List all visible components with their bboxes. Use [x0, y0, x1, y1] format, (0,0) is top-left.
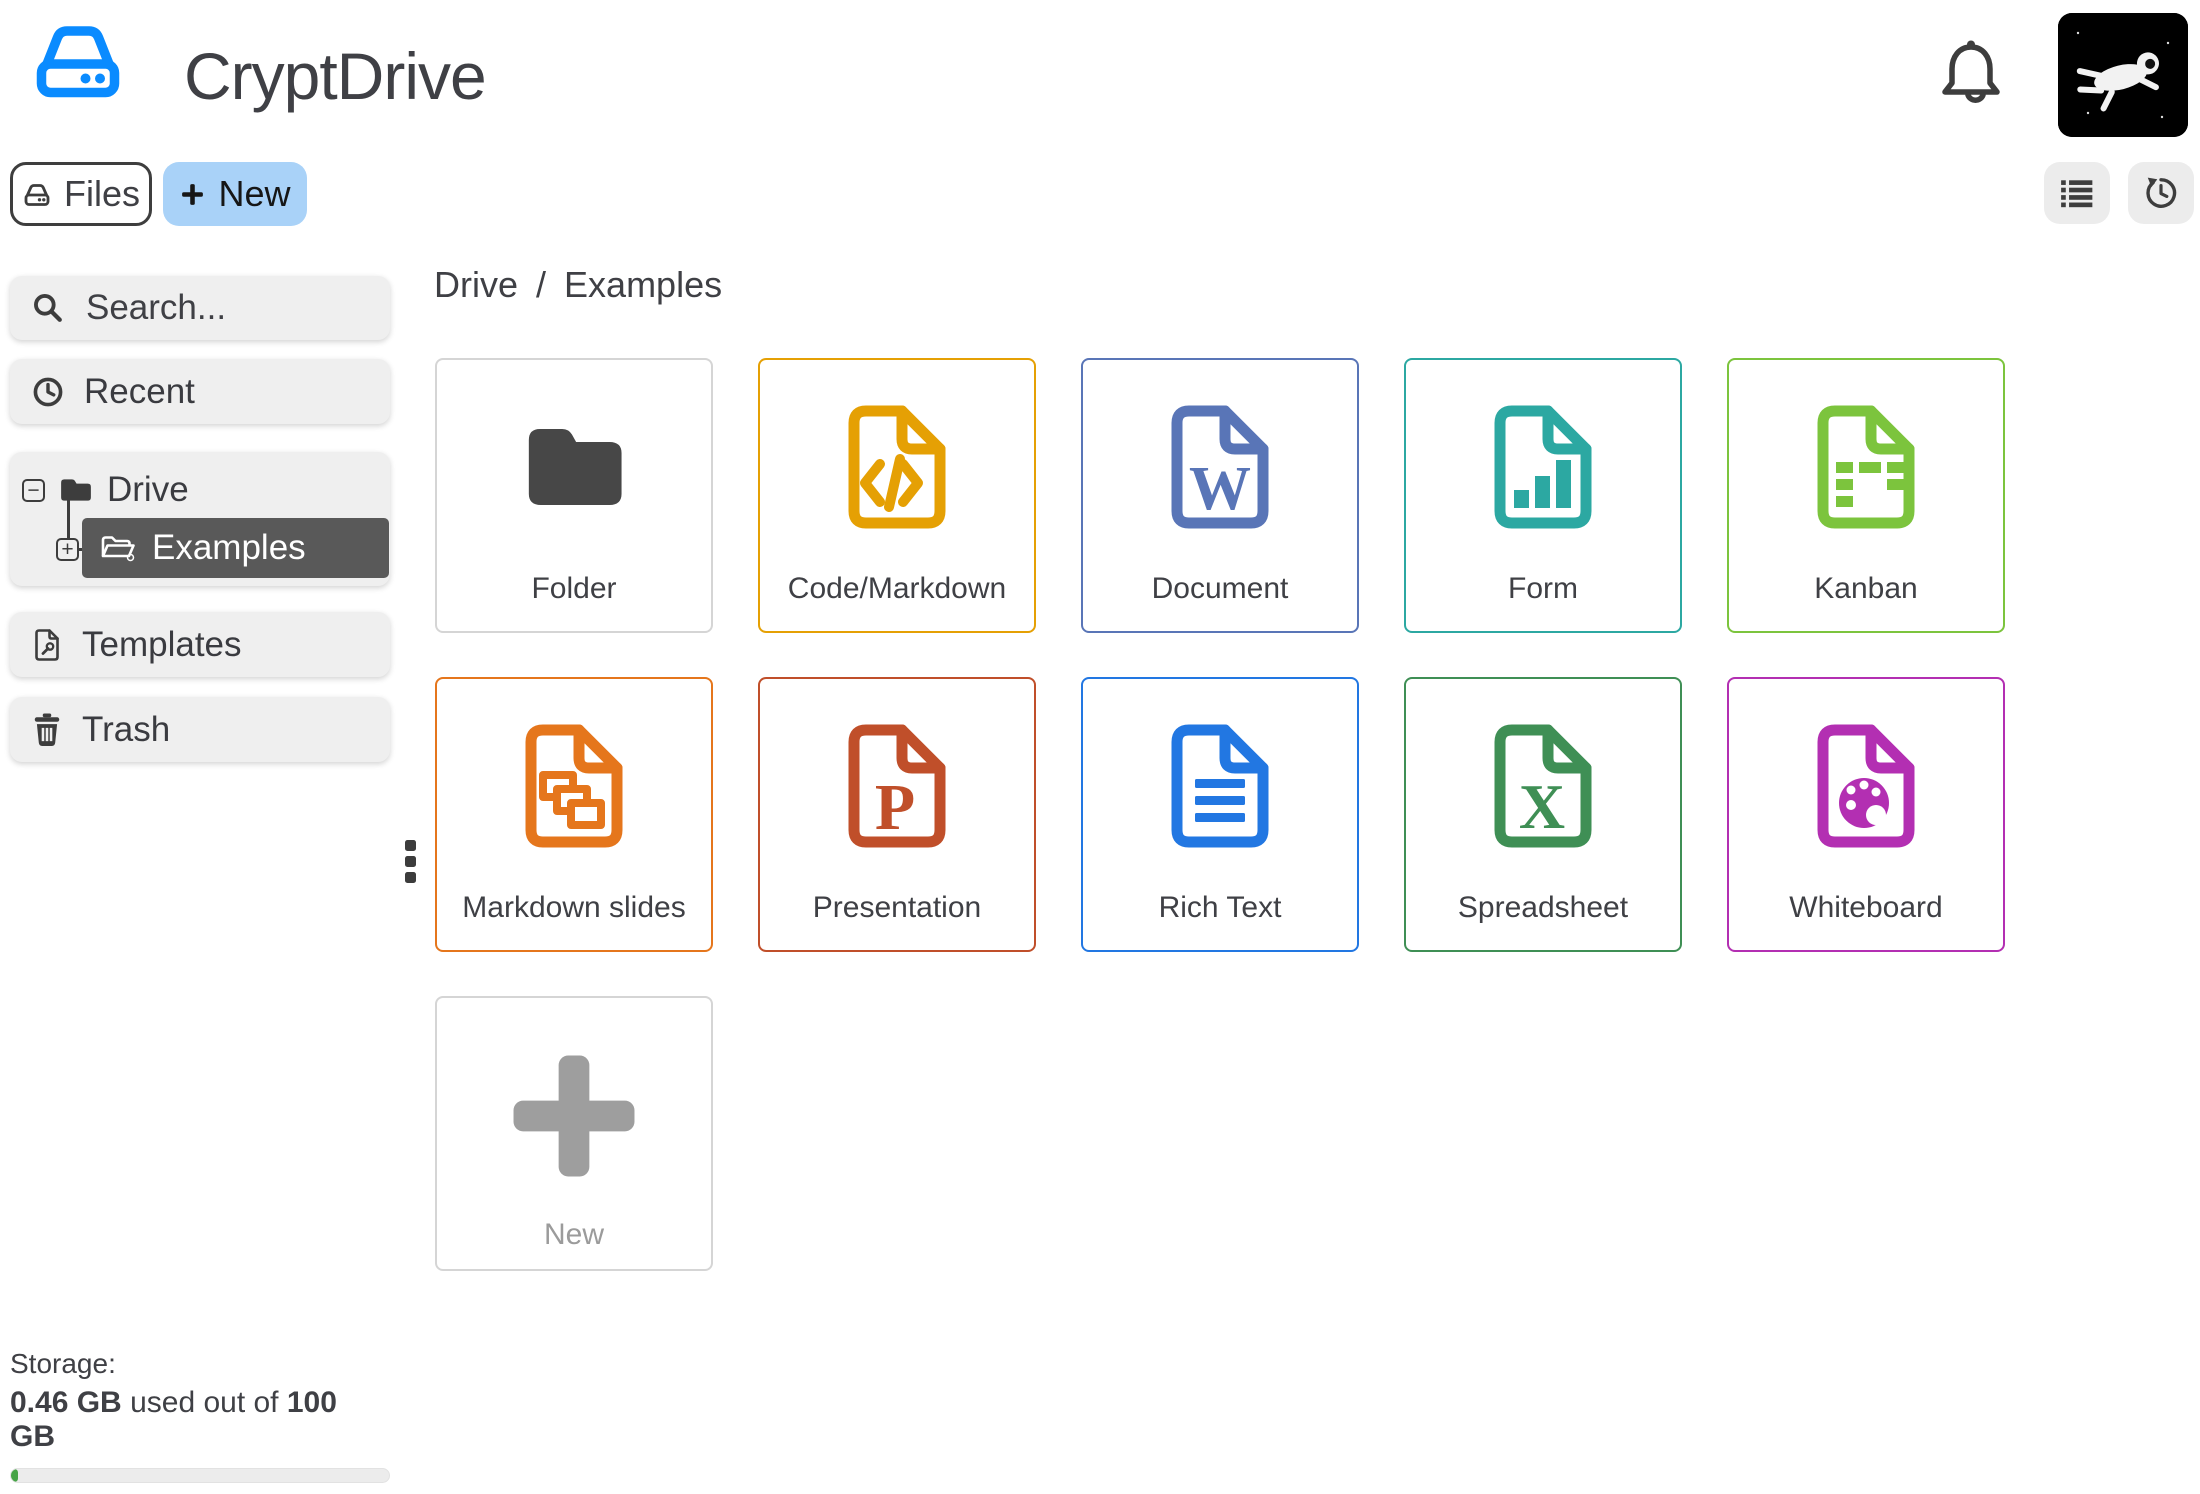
storage-usage-text: 0.46 GB used out of 100 GB	[10, 1386, 337, 1453]
history-icon	[2146, 177, 2177, 208]
app-logo-icon[interactable]	[32, 22, 124, 102]
tile-label: Form	[1508, 572, 1578, 605]
files-button-label: Files	[63, 173, 140, 214]
files-button[interactable]: Files	[10, 162, 152, 226]
storage-progress-fill	[11, 1469, 18, 1482]
plus-icon	[513, 1055, 635, 1177]
new-document-button[interactable]: New	[163, 162, 307, 226]
tile-folder[interactable]: Folder	[435, 358, 713, 633]
storage-label: Storage:	[10, 1348, 116, 1379]
breadcrumb-separator: /	[536, 264, 547, 305]
search-icon	[34, 294, 62, 322]
drive-tree: − Drive + Examples	[10, 452, 390, 586]
tile-presentation[interactable]: P Presentation	[758, 677, 1036, 952]
code-file-icon	[848, 405, 946, 529]
sidebar-item-trash[interactable]: Trash	[10, 697, 390, 762]
tile-label: Whiteboard	[1789, 891, 1943, 924]
tile-label: New	[543, 1218, 604, 1251]
tree-connector	[67, 497, 70, 542]
storage-progress-bar	[10, 1468, 390, 1483]
folder-open-icon	[101, 536, 135, 562]
sidebar-item-recent[interactable]: Recent	[10, 359, 390, 424]
svg-text:W: W	[1189, 455, 1251, 523]
list-view-button[interactable]	[2044, 162, 2110, 224]
folder-icon	[61, 479, 91, 501]
trash-icon	[34, 713, 60, 746]
tile-rich-text[interactable]: Rich Text	[1081, 677, 1359, 952]
template-file-icon	[35, 628, 59, 661]
tile-label: Spreadsheet	[1457, 891, 1629, 924]
examples-label: Examples	[152, 528, 306, 567]
recent-label: Recent	[84, 371, 195, 411]
user-avatar[interactable]	[2058, 13, 2188, 137]
history-button[interactable]	[2128, 162, 2194, 224]
svg-text:X: X	[1519, 771, 1565, 842]
tile-label: Rich Text	[1158, 891, 1282, 924]
tile-form[interactable]: Form	[1404, 358, 1682, 633]
tile-code-markdown[interactable]: Code/Markdown	[758, 358, 1036, 633]
breadcrumb: Drive / Examples	[434, 264, 722, 306]
tile-label: Folder	[531, 572, 617, 605]
tile-spreadsheet[interactable]: X Spreadsheet	[1404, 677, 1682, 952]
tile-label: Document	[1151, 572, 1289, 605]
clock-icon	[33, 377, 63, 406]
storage-panel: Storage: 0.46 GB used out of 100 GB	[10, 1348, 390, 1483]
tile-whiteboard[interactable]: Whiteboard	[1727, 677, 2005, 952]
breadcrumb-examples[interactable]: Examples	[564, 264, 722, 306]
sidebar-item-templates[interactable]: Templates	[10, 612, 390, 677]
search-box[interactable]	[10, 276, 390, 340]
sidebar-item-drive[interactable]: − Drive	[22, 470, 189, 510]
slides-file-icon	[525, 724, 623, 848]
plus-icon	[182, 183, 204, 205]
drive-icon	[24, 183, 50, 206]
word-file-icon: W	[1171, 405, 1269, 529]
astronaut-image	[2058, 13, 2188, 137]
trash-label: Trash	[82, 709, 171, 749]
expand-icon[interactable]: +	[56, 538, 79, 561]
tile-kanban[interactable]: Kanban	[1727, 358, 2005, 633]
drive-label: Drive	[107, 470, 189, 509]
kanban-file-icon	[1817, 405, 1915, 529]
richtext-file-icon	[1171, 724, 1269, 848]
tile-new[interactable]: New	[435, 996, 713, 1271]
whiteboard-file-icon	[1817, 724, 1915, 848]
new-button-label: New	[218, 173, 291, 214]
breadcrumb-drive[interactable]: Drive	[434, 264, 518, 306]
tile-label: Markdown slides	[462, 891, 686, 924]
sidebar-item-examples[interactable]: Examples	[82, 518, 389, 578]
tile-label: Presentation	[812, 891, 982, 924]
spreadsheet-file-icon: X	[1494, 724, 1592, 848]
list-view-icon	[2061, 180, 2093, 208]
collapse-icon[interactable]: −	[22, 478, 45, 502]
templates-label: Templates	[82, 624, 242, 664]
folder-icon	[528, 428, 622, 506]
tile-label: Kanban	[1814, 572, 1918, 605]
svg-text:P: P	[875, 771, 915, 844]
tile-label: Code/Markdown	[787, 572, 1007, 605]
tile-document[interactable]: W Document	[1081, 358, 1359, 633]
presentation-file-icon: P	[848, 724, 946, 848]
search-input[interactable]	[84, 287, 368, 329]
sidebar-resize-handle[interactable]	[405, 840, 416, 883]
tile-markdown-slides[interactable]: Markdown slides	[435, 677, 713, 952]
notifications-bell-icon[interactable]	[1938, 38, 2004, 112]
file-grid: Folder Code/Markdown W Document Form Kan…	[435, 358, 2005, 1271]
page-title: CryptDrive	[184, 39, 487, 113]
form-file-icon	[1494, 405, 1592, 529]
